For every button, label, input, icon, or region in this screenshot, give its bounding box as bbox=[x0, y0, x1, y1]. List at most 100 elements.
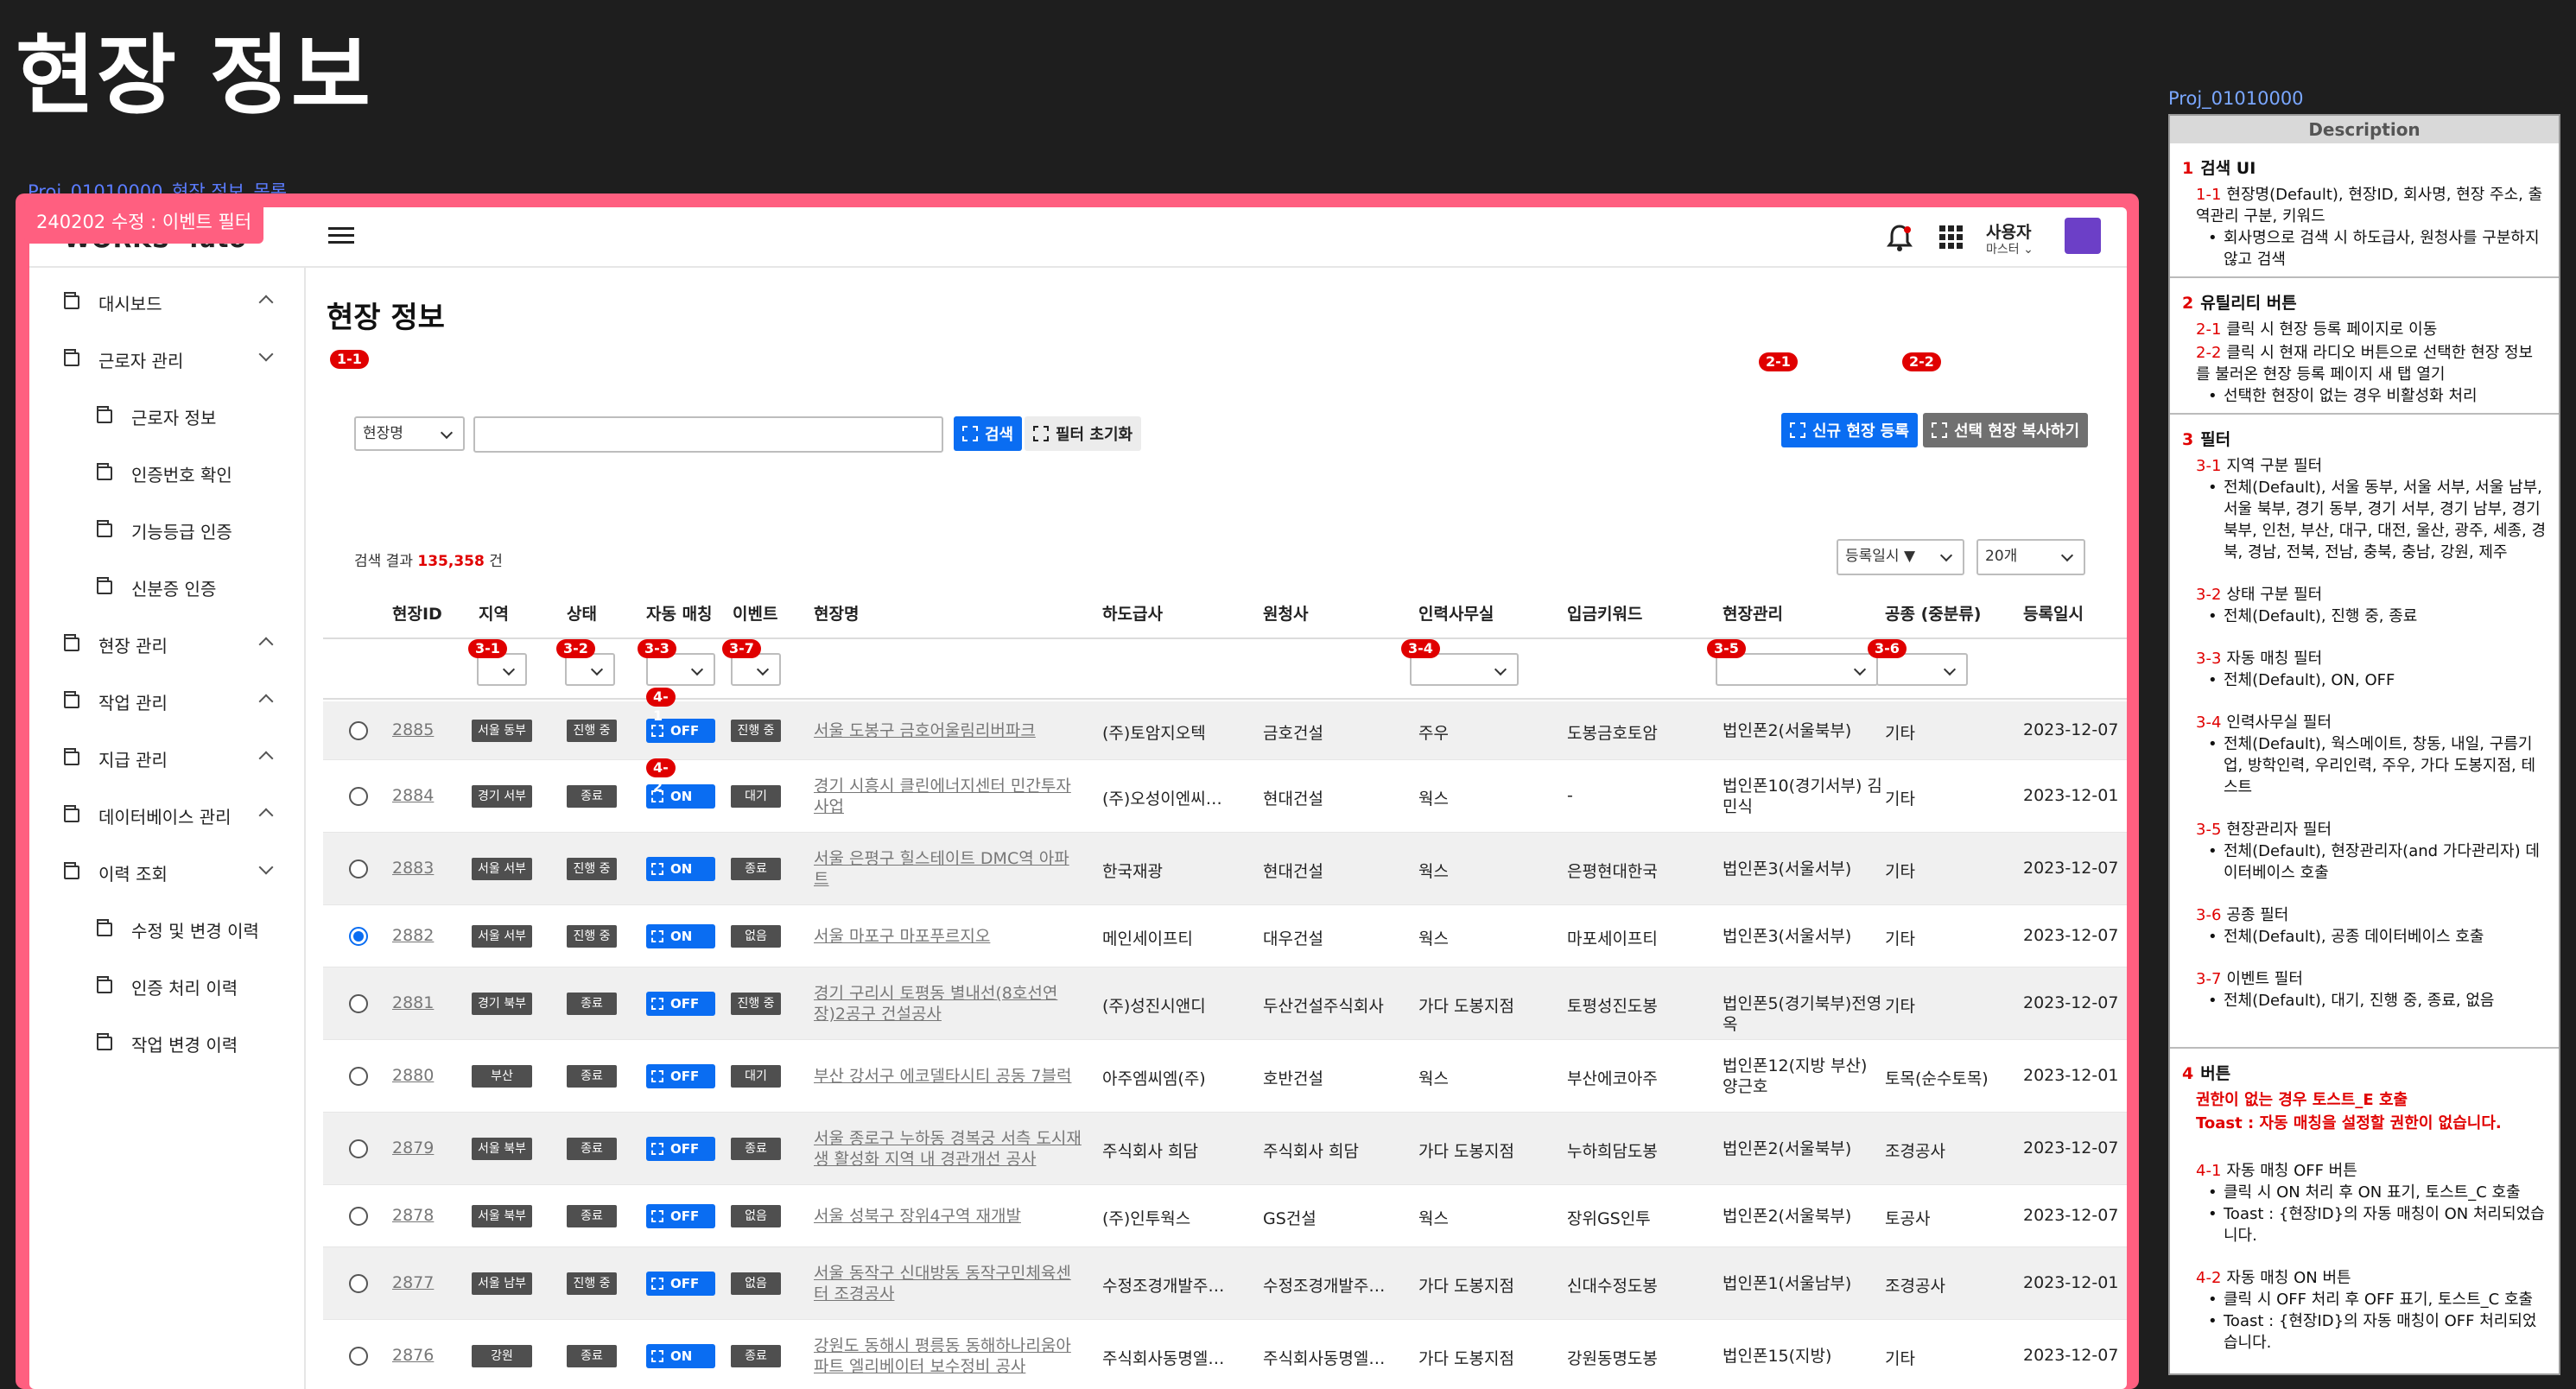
table-row[interactable]: 2880 부산 종료 OFF 대기 부산 강서구 에코델타시티 공동 7블럭 아주엠씨엠(주… bbox=[323, 1040, 2127, 1113]
site-name-link[interactable]: 서울 종로구 누하동 경복궁 서측 도시재생 활성화 지역 내 경관개선 공사 bbox=[814, 1128, 1082, 1170]
sidebar-item[interactable]: 데이터베이스 관리 bbox=[64, 798, 289, 833]
auto-match-toggle[interactable]: ON bbox=[646, 857, 715, 881]
notification-bell-icon[interactable] bbox=[1887, 223, 1913, 252]
auto-match-toggle[interactable]: OFF bbox=[646, 1204, 715, 1228]
region-tag: 서울 동부 bbox=[472, 720, 532, 742]
sort-select[interactable]: 등록일시 ▼ bbox=[1837, 539, 1964, 575]
auto-match-toggle[interactable]: ON bbox=[646, 924, 715, 948]
search-type-select[interactable]: 현장명 bbox=[354, 416, 465, 451]
site-name-link[interactable]: 경기 구리시 토평동 별내선(8호선연장)2공구 건설공사 bbox=[814, 983, 1082, 1024]
site-name-link[interactable]: 서울 은평구 힐스테이트 DMC역 아파트 bbox=[814, 848, 1082, 890]
chevron-up-icon[interactable] bbox=[258, 694, 274, 709]
row-radio[interactable] bbox=[349, 787, 368, 806]
user-name[interactable]: 사용자 bbox=[1986, 219, 2031, 243]
subcontractor-cell: (주)인투웍스 bbox=[1102, 1209, 1191, 1228]
table-row[interactable]: 2876 강원 종료 ON 종료 강원도 동해시 평릉동 동해하나리움아파트 엘리베이터 … bbox=[323, 1320, 2127, 1389]
sidebar-item[interactable]: 인증번호 확인 bbox=[97, 456, 289, 491]
site-id-link[interactable]: 2884 bbox=[392, 786, 434, 805]
site-id-link[interactable]: 2876 bbox=[392, 1346, 434, 1365]
table-row[interactable]: 2879 서울 북부 종료 OFF 종료 서울 종로구 누하동 경복궁 서측 도시재생 활… bbox=[323, 1113, 2127, 1185]
sidebar-item[interactable]: 수정 및 변경 이력 bbox=[97, 912, 289, 947]
site-id-link[interactable]: 2885 bbox=[392, 720, 434, 739]
sidebar-item[interactable]: 이력 조회 bbox=[64, 855, 289, 890]
sidebar-item[interactable]: 지급 관리 bbox=[64, 741, 289, 776]
keyword-cell: 장위GS인투 bbox=[1567, 1209, 1651, 1228]
site-name-link[interactable]: 부산 강서구 에코델타시티 공동 7블럭 bbox=[814, 1066, 1082, 1087]
row-radio[interactable] bbox=[349, 994, 368, 1013]
sidebar-item[interactable]: 작업 관리 bbox=[64, 684, 289, 719]
sidebar-item[interactable]: 근로자 정보 bbox=[97, 399, 289, 434]
sidebar-item[interactable]: 근로자 관리 bbox=[64, 342, 289, 377]
table-row[interactable]: 2885 서울 동부 진행 중 OFF 진행 중 서울 도봉구 금호어울림리버파크 (주)토… bbox=[323, 701, 2127, 760]
menu-icon[interactable] bbox=[328, 223, 354, 249]
search-input[interactable] bbox=[473, 416, 943, 453]
chevron-down-icon[interactable] bbox=[258, 346, 274, 362]
search-button[interactable]: 검색 bbox=[954, 416, 1023, 451]
site-id-link[interactable]: 2877 bbox=[392, 1273, 434, 1292]
status-tag: 종료 bbox=[567, 1205, 617, 1227]
site-id-link[interactable]: 2878 bbox=[392, 1206, 434, 1225]
chevron-up-icon[interactable] bbox=[258, 637, 274, 652]
table-row[interactable]: 2883 서울 서부 진행 중 ON 종료 서울 은평구 힐스테이트 DMC역 아파트 한국… bbox=[323, 833, 2127, 905]
site-name-link[interactable]: 서울 동작구 신대방동 동작구민체육센터 조경공사 bbox=[814, 1263, 1082, 1304]
date-cell: 2023-12-07 bbox=[2023, 926, 2119, 945]
reset-filter-button[interactable]: 필터 초기화 bbox=[1025, 416, 1142, 451]
sidebar-item[interactable]: 현장 관리 bbox=[64, 627, 289, 662]
site-id-link[interactable]: 2883 bbox=[392, 859, 434, 878]
manager-cell: 법인폰1(서울남부) bbox=[1723, 1274, 1852, 1293]
bullet-text: 클릭 시 OFF 처리 후 OFF 표기, 토스트_C 호출 bbox=[2208, 1289, 2547, 1310]
manager-cell: 법인폰2(서울북부) bbox=[1723, 1139, 1852, 1158]
item-text: 현장명(Default), 현장ID, 회사명, 현장 주소, 출역관리 구분,… bbox=[2196, 186, 2543, 225]
avatar[interactable] bbox=[2065, 218, 2101, 254]
apps-grid-icon[interactable] bbox=[1938, 225, 1964, 251]
row-radio[interactable] bbox=[349, 1207, 368, 1226]
site-name-link[interactable]: 서울 마포구 마포푸르지오 bbox=[814, 926, 1082, 947]
auto-match-toggle[interactable]: OFF bbox=[646, 1137, 715, 1161]
manager-cell: 법인폰12(지방 부산) 양근호 bbox=[1723, 1056, 1868, 1096]
section-title: 검색 UI bbox=[2200, 159, 2256, 178]
auto-match-toggle[interactable]: ON bbox=[646, 1344, 715, 1368]
site-name-link[interactable]: 경기 시흥시 클린에너지센터 민간투자사업 bbox=[814, 776, 1082, 817]
sidebar-item[interactable]: 대시보드 bbox=[64, 285, 289, 320]
table-row[interactable]: 2881 경기 북부 종료 OFF 진행 중 경기 구리시 토평동 별내선(8호선연장)2… bbox=[323, 967, 2127, 1040]
row-radio[interactable] bbox=[349, 1347, 368, 1366]
row-radio[interactable] bbox=[349, 859, 368, 878]
site-name-link[interactable]: 서울 성북구 장위4구역 재개발 bbox=[814, 1206, 1082, 1227]
new-site-button[interactable]: 신규 현장 등록 bbox=[1781, 413, 1918, 447]
copy-site-button[interactable]: 선택 현장 복사하기 bbox=[1923, 413, 2089, 447]
site-id-link[interactable]: 2881 bbox=[392, 993, 434, 1012]
sidebar-item[interactable]: 작업 변경 이력 bbox=[97, 1026, 289, 1061]
sidebar-item[interactable]: 기능등급 인증 bbox=[97, 513, 289, 548]
table-row[interactable]: 2884 경기 서부 종료 ON 대기 경기 시흥시 클린에너지센터 민간투자사업 (주)오… bbox=[323, 760, 2127, 833]
calendar-icon bbox=[64, 349, 79, 366]
column-filter-select[interactable] bbox=[1716, 653, 1878, 686]
sidebar-item[interactable]: 신분증 인증 bbox=[97, 570, 289, 605]
row-radio[interactable] bbox=[349, 721, 368, 740]
row-radio[interactable] bbox=[349, 1274, 368, 1293]
bullet-text: 전체(Default), 대기, 진행 중, 종료, 없음 bbox=[2208, 990, 2547, 1012]
chevron-up-icon[interactable] bbox=[258, 295, 274, 310]
row-radio[interactable] bbox=[349, 927, 368, 946]
row-radio[interactable] bbox=[349, 1139, 368, 1158]
site-id-link[interactable]: 2880 bbox=[392, 1066, 434, 1085]
auto-match-toggle[interactable]: OFF bbox=[646, 992, 715, 1016]
auto-match-toggle[interactable]: OFF bbox=[646, 1064, 715, 1088]
chevron-up-icon[interactable] bbox=[258, 751, 274, 766]
sidebar: 대시보드근로자 관리근로자 정보인증번호 확인기능등급 인증신분증 인증현장 관… bbox=[29, 268, 306, 1389]
page-size-select[interactable]: 20개 bbox=[1976, 539, 2085, 575]
chevron-up-icon[interactable] bbox=[258, 808, 274, 823]
calendar-icon bbox=[97, 520, 112, 537]
auto-match-toggle[interactable]: OFF bbox=[646, 1272, 715, 1296]
row-radio[interactable] bbox=[349, 1067, 368, 1086]
site-id-link[interactable]: 2882 bbox=[392, 926, 434, 945]
table-row[interactable]: 2882 서울 서부 진행 중 ON 없음 서울 마포구 마포푸르지오 메인세이프티 대우건설… bbox=[323, 905, 2127, 967]
calendar-icon bbox=[97, 1033, 112, 1050]
table-row[interactable]: 2878 서울 북부 종료 OFF 없음 서울 성북구 장위4구역 재개발 (주)인투웍스 G… bbox=[323, 1185, 2127, 1247]
chevron-down-icon[interactable] bbox=[258, 859, 274, 875]
site-name-link[interactable]: 강원도 동해시 평릉동 동해하나리움아파트 엘리베이터 보수정비 공사 bbox=[814, 1335, 1082, 1377]
site-name-link[interactable]: 서울 도봉구 금호어울림리버파크 bbox=[814, 720, 1082, 741]
table-row[interactable]: 2877 서울 남부 진행 중 OFF 없음 서울 동작구 신대방동 동작구민체육센터 조… bbox=[323, 1247, 2127, 1320]
site-id-link[interactable]: 2879 bbox=[392, 1138, 434, 1158]
sidebar-item[interactable]: 인증 처리 이력 bbox=[97, 969, 289, 1004]
user-role[interactable]: 마스터 ⌄ bbox=[1986, 240, 2034, 257]
